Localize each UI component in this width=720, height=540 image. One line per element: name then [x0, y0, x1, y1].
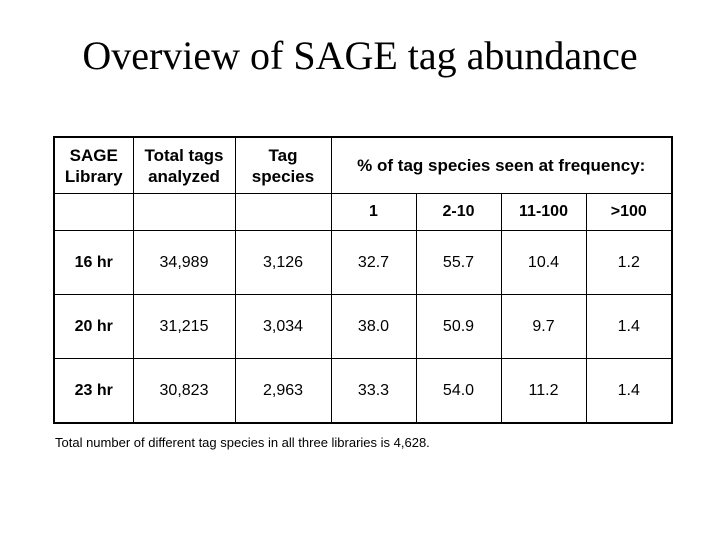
header-library-line2: Library — [64, 166, 123, 186]
header-row: SAGE Library Total tags analyzed Tag spe… — [53, 136, 673, 194]
freq-bin-over-100: >100 — [585, 193, 673, 231]
header-tag-species: Tag species — [234, 136, 332, 194]
freq-cell: 38.0 — [330, 294, 417, 359]
tag-species-cell: 3,126 — [234, 230, 332, 295]
tag-species-cell: 2,963 — [234, 358, 332, 424]
header-species-line2: species — [251, 166, 315, 186]
freq-cell: 1.4 — [585, 294, 673, 359]
subheader-empty-1 — [53, 193, 134, 231]
subheader-empty-3 — [234, 193, 332, 231]
freq-cell: 50.9 — [415, 294, 502, 359]
freq-cell: 1.4 — [585, 358, 673, 424]
freq-cell: 54.0 — [415, 358, 502, 424]
header-species-line1: Tag — [268, 145, 298, 165]
freq-cell: 11.2 — [500, 358, 587, 424]
freq-cell: 10.4 — [500, 230, 587, 295]
total-tags-cell: 30,823 — [132, 358, 236, 424]
freq-cell: 32.7 — [330, 230, 417, 295]
library-cell: 20 hr — [53, 294, 134, 359]
tag-species-cell: 3,034 — [234, 294, 332, 359]
header-total-line2: analyzed — [148, 166, 220, 186]
table-row: 23 hr 30,823 2,963 33.3 54.0 11.2 1.4 — [53, 358, 673, 424]
library-cell: 23 hr — [53, 358, 134, 424]
library-cell: 16 hr — [53, 230, 134, 295]
freq-bin-1: 1 — [330, 193, 417, 231]
header-total-tags: Total tags analyzed — [132, 136, 236, 194]
freq-cell: 33.3 — [330, 358, 417, 424]
header-total-line1: Total tags — [144, 145, 224, 165]
freq-cell: 9.7 — [500, 294, 587, 359]
table-row: 16 hr 34,989 3,126 32.7 55.7 10.4 1.2 — [53, 230, 673, 295]
header-library-line1: SAGE — [69, 145, 118, 165]
total-tags-cell: 31,215 — [132, 294, 236, 359]
header-frequency: % of tag species seen at frequency: — [330, 136, 673, 194]
subheader-row: 1 2-10 11-100 >100 — [53, 193, 673, 231]
sage-abundance-table: SAGE Library Total tags analyzed Tag spe… — [53, 136, 673, 424]
subheader-empty-2 — [132, 193, 236, 231]
freq-bin-2-10: 2-10 — [415, 193, 502, 231]
header-sage-library: SAGE Library — [53, 136, 134, 194]
slide-title: Overview of SAGE tag abundance — [82, 33, 638, 78]
freq-bin-11-100: 11-100 — [500, 193, 587, 231]
footnote: Total number of different tag species in… — [55, 435, 430, 450]
freq-cell: 55.7 — [415, 230, 502, 295]
table-row: 20 hr 31,215 3,034 38.0 50.9 9.7 1.4 — [53, 294, 673, 359]
total-tags-cell: 34,989 — [132, 230, 236, 295]
freq-cell: 1.2 — [585, 230, 673, 295]
